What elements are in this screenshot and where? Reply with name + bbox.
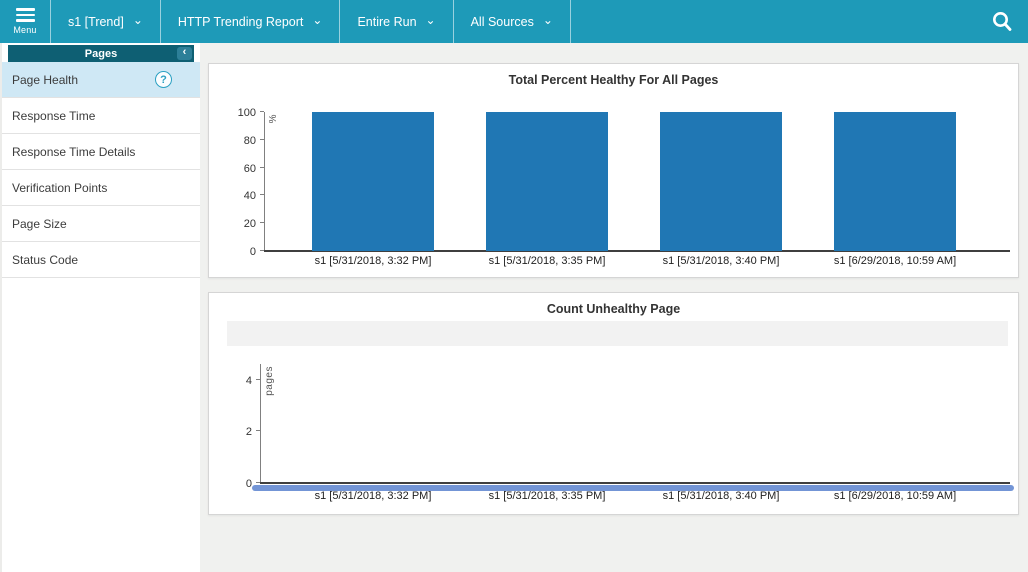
chart-title: Total Percent Healthy For All Pages	[508, 73, 719, 87]
bar	[660, 112, 782, 251]
x-tick-label: s1 [5/31/2018, 3:35 PM]	[488, 255, 606, 267]
top-app-bar: Menu s1 [Trend] ⌄ HTTP Trending Report ⌄ Ent…	[0, 0, 1028, 43]
y-axis-line	[260, 364, 261, 483]
sidebar-item-page-health[interactable]: Page Health?	[2, 62, 200, 98]
y-tick-mark	[260, 194, 264, 196]
bar	[486, 112, 608, 251]
y-axis-unit-label: pages	[264, 366, 275, 396]
x-tick-label: s1 [5/31/2018, 3:40 PM]	[662, 490, 780, 502]
x-tick-label: s1 [5/31/2018, 3:40 PM]	[662, 255, 780, 267]
menu-button-label: Menu	[13, 24, 37, 35]
sidebar-item-list: Page Health? Response Time Response Time D…	[2, 62, 200, 278]
chevron-left-icon: ‹	[182, 46, 187, 58]
sidebar-item-label: Status Code	[12, 252, 79, 267]
dropdown-label: HTTP Trending Report	[177, 14, 304, 29]
topbar-dropdown-group: s1 [Trend] ⌄ HTTP Trending Report ⌄ Entire R…	[51, 0, 571, 43]
chevron-down-icon: ⌄	[542, 13, 553, 27]
sidebar-header: Pages ‹	[8, 45, 194, 62]
menu-button[interactable]: Menu	[0, 0, 50, 43]
x-tick-label: s1 [6/29/2018, 10:59 AM]	[833, 490, 957, 502]
y-tick-mark	[260, 138, 264, 140]
y-tick-mark	[256, 430, 260, 432]
y-tick-label: 4	[245, 374, 252, 387]
sidebar-title: Pages	[84, 47, 118, 60]
sidebar-collapse-button[interactable]: ‹	[177, 47, 192, 60]
hamburger-icon	[15, 8, 35, 22]
plot-area: 0 20 40 60 80 100% s1 [5/31/2018, 3:32 PM] s1 […	[238, 107, 1010, 267]
y-tick-label: 2	[245, 426, 252, 439]
count-unhealthy-chart-panel: Count Unhealthy Page 0 2 4 pages s1 [5/31/201…	[208, 292, 1019, 515]
sidebar-item-status-code[interactable]: Status Code	[2, 242, 200, 278]
dropdown-label: s1 [Trend]	[68, 14, 124, 29]
legend-band-empty	[227, 321, 1008, 346]
sidebar-item-response-time[interactable]: Response Time	[2, 98, 200, 134]
topbar-dropdown-all-sources[interactable]: All Sources ⌄	[454, 0, 570, 43]
x-tick-label: s1 [5/31/2018, 3:32 PM]	[314, 490, 432, 502]
y-tick-label: 20	[243, 218, 256, 231]
chevron-down-icon: ⌄	[312, 13, 323, 27]
y-axis-unit-label: %	[268, 114, 279, 124]
y-axis-line	[264, 112, 265, 251]
topbar-dropdown-s1-trend[interactable]: s1 [Trend] ⌄	[51, 0, 160, 43]
y-tick-mark	[256, 378, 260, 380]
y-tick-label: 0	[249, 246, 256, 258]
percent-healthy-chart-panel: Total Percent Healthy For All Pages 0 20 40…	[208, 63, 1019, 278]
y-tick-label: 40	[243, 190, 256, 203]
chevron-down-icon: ⌄	[132, 13, 143, 27]
y-tick-label: 100	[237, 107, 256, 119]
bar	[834, 112, 956, 251]
dropdown-label: Entire Run	[357, 14, 417, 29]
sidebar-item-label: Response Time Details	[12, 144, 136, 159]
search-icon	[993, 11, 1012, 31]
main-report-area: Total Percent Healthy For All Pages 0 20 40…	[200, 43, 1028, 572]
topbar-dropdown-http-trending-report[interactable]: HTTP Trending Report ⌄	[161, 0, 340, 43]
sidebar-item-page-size[interactable]: Page Size	[2, 206, 200, 242]
dropdown-label: All Sources	[470, 14, 534, 29]
y-tick-label: 0	[245, 478, 252, 490]
bar	[312, 112, 434, 251]
y-tick-mark	[260, 222, 264, 224]
x-tick-label: s1 [6/29/2018, 10:59 AM]	[833, 255, 957, 267]
help-icon[interactable]: ?	[155, 71, 172, 88]
sidebar-item-label: Verification Points	[12, 180, 108, 195]
y-tick-mark	[260, 111, 264, 112]
y-tick-label: 80	[243, 134, 256, 147]
search-button[interactable]	[976, 0, 1028, 43]
sidebar-item-label: Page Health	[12, 72, 79, 87]
chart-title: Count Unhealthy Page	[546, 302, 681, 316]
content-area: Pages ‹ Page Health? Response Time Respons…	[0, 43, 1028, 572]
sidebar-item-label: Response Time	[12, 108, 96, 123]
plot-area: 0 2 4 pages s1 [5/31/2018, 3:32 PM] s1 [5/31/…	[246, 364, 1014, 502]
sidebar-item-response-time-details[interactable]: Response Time Details	[2, 134, 200, 170]
x-tick-label: s1 [5/31/2018, 3:32 PM]	[314, 255, 432, 267]
chevron-down-icon: ⌄	[425, 13, 436, 27]
sidebar-item-verification-points[interactable]: Verification Points	[2, 170, 200, 206]
sidebar-item-label: Page Size	[12, 216, 67, 231]
x-axis-line	[260, 482, 1010, 484]
y-tick-label: 60	[243, 162, 256, 175]
topbar-dropdown-entire-run[interactable]: Entire Run ⌄	[340, 0, 452, 43]
pages-sidebar: Pages ‹ Page Health? Response Time Respons…	[0, 43, 200, 572]
x-tick-label: s1 [5/31/2018, 3:35 PM]	[488, 490, 606, 502]
y-tick-mark	[260, 166, 264, 168]
